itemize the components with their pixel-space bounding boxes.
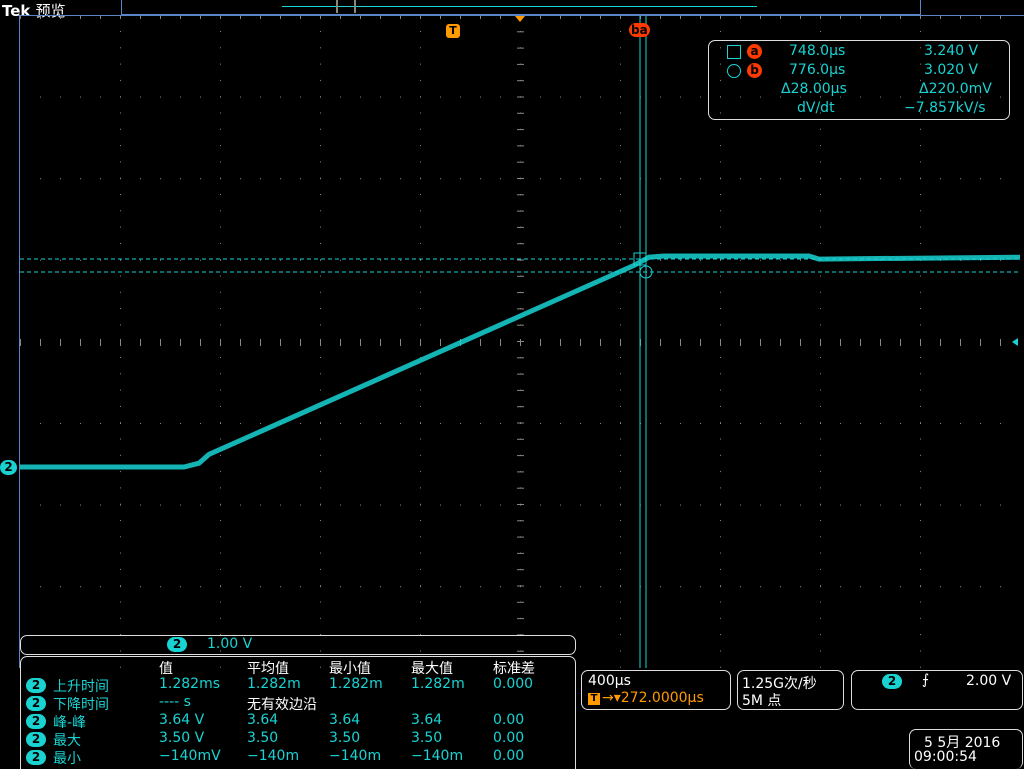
measurement-note: 无有效边沿 (247, 697, 317, 713)
acquisition-panel[interactable]: 1.25G次/秒 5M 点 (737, 670, 844, 710)
measurement-mean: 3.50 (247, 730, 279, 746)
circle-icon (727, 64, 741, 78)
measurement-name: 上升时间 (53, 679, 109, 695)
measurement-std: 0.000 (493, 676, 534, 692)
trigger-icon: T (588, 693, 600, 705)
rising-edge-icon: ⨍ (922, 672, 930, 688)
measurement-mean: 1.282m (247, 676, 301, 692)
measurement-value: 3.64 V (159, 712, 205, 728)
channel-badge: 2 (26, 678, 46, 693)
datetime-panel: 5 5月 2016 09:00:54 (909, 729, 1023, 769)
column-header: 值 (159, 661, 173, 677)
column-header: 最小值 (329, 661, 371, 677)
channel-badge: 2 (26, 714, 46, 729)
channel-2-ground-marker[interactable]: 2 (0, 460, 17, 475)
cursor-b-badge: b (747, 63, 762, 78)
column-header: 最大值 (411, 661, 453, 677)
trigger-panel[interactable]: 2 ⨍ 2.00 V (851, 670, 1023, 710)
channel-badge: 2 (26, 750, 46, 765)
channel-scale-bar[interactable]: 2 1.00 V (20, 635, 576, 655)
trigger-marker-icon: T (446, 24, 460, 38)
measurement-max: −140m (411, 748, 464, 764)
measurement-min: 3.50 (329, 730, 361, 746)
measurement-max: 3.50 (411, 730, 443, 746)
channel-badge: 2 (26, 696, 46, 711)
measurement-min: 3.64 (329, 712, 361, 728)
measurement-name: 峰-峰 (53, 715, 87, 731)
measurement-min: 1.282m (329, 676, 383, 692)
channel-badge: 2 (26, 732, 46, 747)
measurement-value: 1.282ms (159, 676, 221, 692)
column-header: 平均值 (247, 661, 289, 677)
measurement-value: −140mV (159, 748, 221, 764)
measurement-name: 最小 (53, 751, 81, 767)
cursor-readout-panel: a 748.0µs 3.240 V b 776.0µs 3.020 V Δ28.… (708, 40, 1010, 120)
measurement-min: −140m (329, 748, 382, 764)
trigger-level-icon (1012, 338, 1018, 346)
horizontal-panel[interactable]: 400µs T →▾272.0000µs (581, 670, 731, 710)
column-header: 标准差 (493, 661, 535, 677)
measurement-value: 3.50 V (159, 730, 205, 746)
measurement-value: ---- s (159, 694, 191, 710)
measurement-table: 值 平均值 最小值 最大值 标准差 2 上升时间 1.282ms 1.282m 1.282m 1.2… (20, 656, 576, 769)
measurement-std: 0.00 (493, 712, 525, 728)
cursor-a-badge: a (747, 44, 762, 59)
measurement-mean: 3.64 (247, 712, 279, 728)
trigger-position-icon (515, 16, 525, 22)
measurement-max: 1.282m (411, 676, 465, 692)
measurement-std: 0.00 (493, 730, 525, 746)
channel-2-trace (20, 253, 1021, 470)
measurement-mean: −140m (247, 748, 300, 764)
measurement-std: 0.00 (493, 748, 525, 764)
square-icon (727, 45, 741, 59)
measurement-name: 下降时间 (53, 697, 109, 713)
measurement-name: 最大 (53, 733, 81, 749)
cursor-marker-label[interactable]: ba (629, 23, 650, 37)
measurement-max: 3.64 (411, 712, 443, 728)
